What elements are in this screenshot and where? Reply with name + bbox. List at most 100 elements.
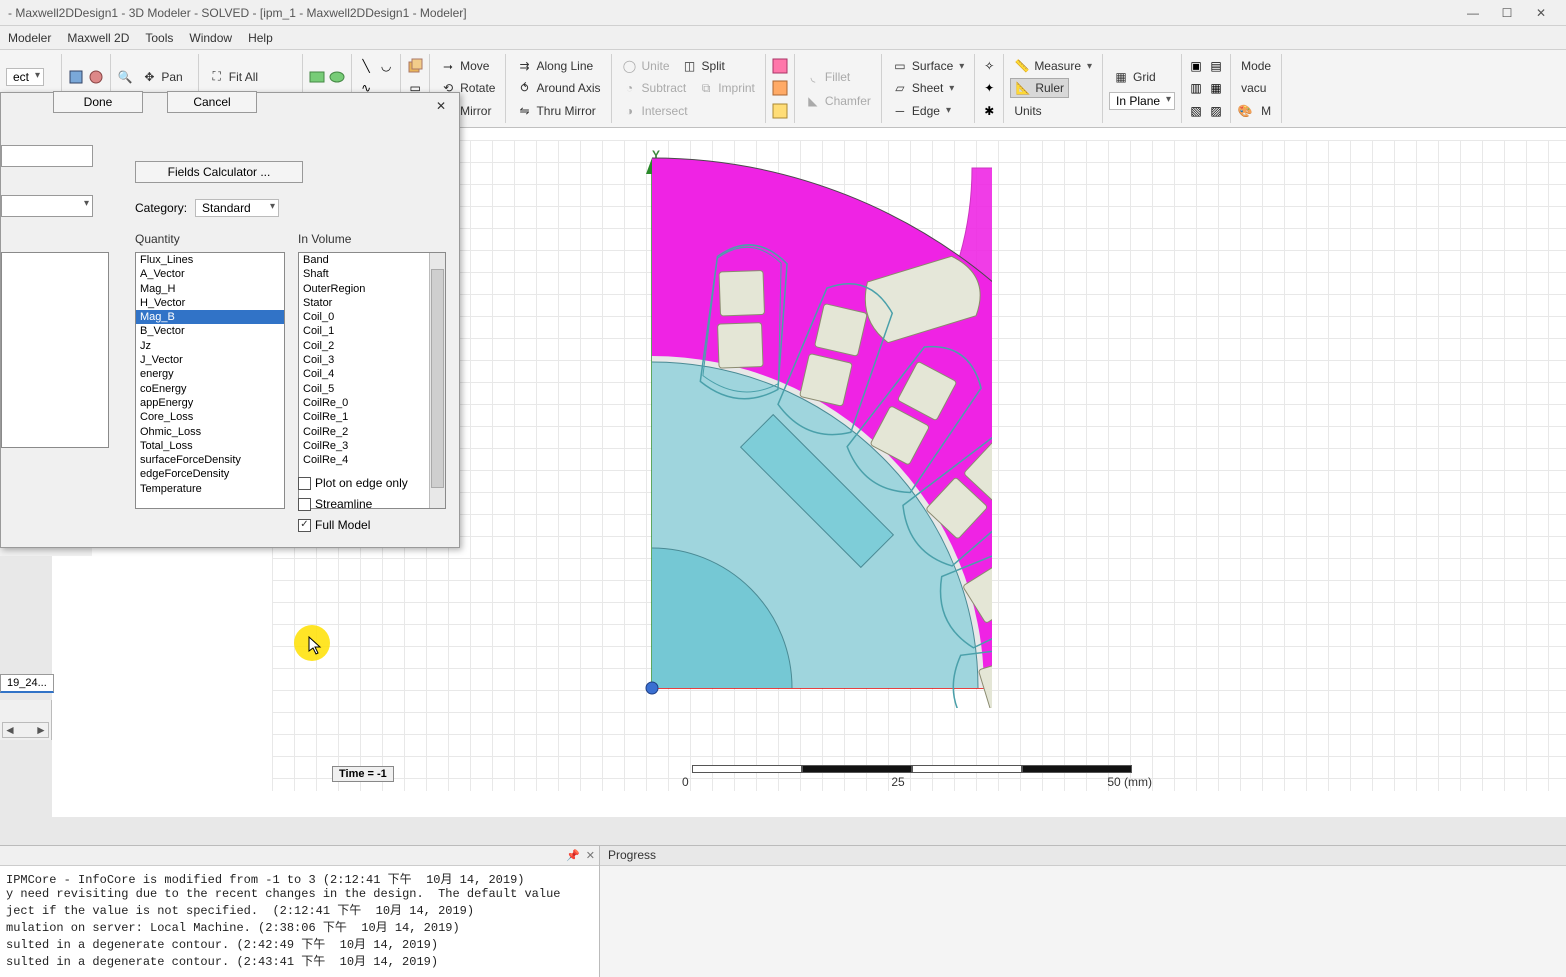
boolean-icon[interactable]	[772, 58, 788, 74]
cube3-icon[interactable]: ▣	[1188, 58, 1204, 74]
quantity-item[interactable]: Total_Loss	[136, 439, 284, 453]
quantity-item[interactable]: J_Vector	[136, 353, 284, 367]
boolean2-icon[interactable]	[772, 80, 788, 96]
cube-icon[interactable]	[68, 69, 84, 85]
msg-close-icon[interactable]: ✕	[586, 849, 595, 862]
scroll-right-icon[interactable]: ►	[34, 723, 48, 737]
full-model-checkbox[interactable]	[298, 519, 311, 532]
arc-icon[interactable]: ◡	[378, 58, 394, 74]
cube4-icon[interactable]: ▤	[1208, 58, 1224, 74]
edge-button[interactable]: ─Edge	[888, 102, 955, 120]
circle-icon[interactable]	[88, 69, 104, 85]
quantity-item[interactable]: appEnergy	[136, 396, 284, 410]
mat-icon[interactable]: 🎨	[1237, 103, 1253, 119]
window-minimize-button[interactable]: —	[1456, 1, 1490, 25]
ellipse-shape-icon[interactable]	[329, 69, 345, 85]
volume-item[interactable]: CoilRe_4	[299, 453, 445, 467]
menu-help[interactable]: Help	[248, 31, 273, 45]
quantity-item[interactable]: energy	[136, 367, 284, 381]
fillet-button[interactable]: ◟Fillet	[801, 68, 854, 86]
orient-combo[interactable]: In Plane	[1109, 92, 1175, 110]
volume-scrollbar[interactable]	[429, 253, 445, 508]
window-maximize-button[interactable]: ☐	[1490, 1, 1524, 25]
window-close-button[interactable]: ✕	[1524, 1, 1558, 25]
streamline-checkbox[interactable]	[298, 498, 311, 511]
volume-item[interactable]: Coil_5	[299, 382, 445, 396]
boolean3-icon[interactable]	[772, 103, 788, 119]
cube6-icon[interactable]: ▦	[1208, 80, 1224, 96]
category-combo[interactable]: Standard	[195, 199, 279, 217]
solid-icon[interactable]	[407, 58, 423, 74]
grid-button[interactable]: ▦Grid	[1109, 68, 1160, 86]
volume-item[interactable]: Coil_3	[299, 353, 445, 367]
cube8-icon[interactable]: ▨	[1208, 103, 1224, 119]
volume-item[interactable]: Coil_1	[299, 324, 445, 338]
quantity-item[interactable]: Temperature	[136, 482, 284, 496]
scroll-left-icon[interactable]: ◄	[3, 723, 17, 737]
unite-button[interactable]: ◯Unite	[618, 57, 674, 75]
menu-window[interactable]: Window	[189, 31, 232, 45]
cancel-button[interactable]: Cancel	[167, 91, 257, 113]
select-mode-combo[interactable]: ect	[6, 68, 44, 86]
menu-modeler[interactable]: Modeler	[8, 31, 51, 45]
subtract-button[interactable]: ◔Subtract	[618, 79, 691, 97]
along-line-button[interactable]: ⇉Along Line	[512, 57, 597, 75]
left-listbox[interactable]	[1, 252, 109, 448]
pin-icon[interactable]: 📌	[566, 849, 580, 862]
menu-tools[interactable]: Tools	[145, 31, 173, 45]
intersect-button[interactable]: ◑Intersect	[618, 102, 692, 120]
file-tab[interactable]: 19_24...	[0, 674, 54, 693]
pan-button[interactable]: ✥Pan	[137, 68, 186, 86]
quantity-item[interactable]: B_Vector	[136, 324, 284, 338]
quantity-item[interactable]: Jz	[136, 339, 284, 353]
chamfer-button[interactable]: ◣Chamfer	[801, 92, 875, 110]
quantity-item[interactable]: A_Vector	[136, 267, 284, 281]
volume-item[interactable]: CoilRe_3	[299, 439, 445, 453]
volume-item[interactable]: Coil_0	[299, 310, 445, 324]
quantity-item[interactable]: Core_Loss	[136, 410, 284, 424]
cs-icon[interactable]: ✧	[981, 58, 997, 74]
quantity-item[interactable]: coEnergy	[136, 382, 284, 396]
volume-item[interactable]: Stator	[299, 296, 445, 310]
cube7-icon[interactable]: ▧	[1188, 103, 1204, 119]
ruler-button[interactable]: 📐Ruler	[1010, 78, 1069, 98]
menu-maxwell2d[interactable]: Maxwell 2D	[67, 31, 129, 45]
measure-button[interactable]: 📏Measure	[1010, 57, 1096, 75]
quantity-item[interactable]: Flux_Lines	[136, 253, 284, 267]
name-field[interactable]	[1, 145, 93, 167]
fields-calculator-button[interactable]: Fields Calculator ...	[135, 161, 303, 183]
volume-item[interactable]: Coil_4	[299, 367, 445, 381]
quantity-item[interactable]: Mag_H	[136, 282, 284, 296]
thru-mirror-button[interactable]: ⇋Thru Mirror	[512, 102, 599, 120]
split-button[interactable]: ◫Split	[678, 57, 729, 75]
quantity-item[interactable]: Ohmic_Loss	[136, 425, 284, 439]
fit-all-button[interactable]: ⛶Fit All	[205, 68, 262, 86]
volume-item[interactable]: CoilRe_0	[299, 396, 445, 410]
volume-item[interactable]: Coil_2	[299, 339, 445, 353]
volume-item[interactable]: CoilRe_2	[299, 425, 445, 439]
quantity-item[interactable]: Mag_B	[136, 310, 284, 324]
left-scroll[interactable]: ◄ ►	[2, 722, 49, 738]
cs2-icon[interactable]: ✦	[981, 80, 997, 96]
volume-item[interactable]: CoilRe_1	[299, 410, 445, 424]
cs3-icon[interactable]: ✱	[981, 103, 997, 119]
volume-item[interactable]: OuterRegion	[299, 282, 445, 296]
rect-shape-icon[interactable]	[309, 69, 325, 85]
surface-button[interactable]: ▭Surface	[888, 57, 968, 75]
quantity-listbox[interactable]: Flux_LinesA_VectorMag_HH_VectorMag_BB_Ve…	[135, 252, 285, 509]
plot-edge-checkbox[interactable]	[298, 477, 311, 490]
vacu-label[interactable]: vacu	[1237, 80, 1270, 96]
volume-item[interactable]: Shaft	[299, 267, 445, 281]
move-button[interactable]: ⭢Move	[436, 57, 493, 75]
line-icon[interactable]: ╲	[358, 58, 374, 74]
quantity-item[interactable]: H_Vector	[136, 296, 284, 310]
message-log-text[interactable]: IPMCore - InfoCore is modified from -1 t…	[0, 866, 599, 973]
zoom-icon[interactable]: 🔍	[117, 69, 133, 85]
volume-item[interactable]: Band	[299, 253, 445, 267]
folder-combo[interactable]: ▾	[1, 195, 93, 217]
done-button[interactable]: Done	[53, 91, 143, 113]
imprint-button[interactable]: ⧉Imprint	[694, 79, 759, 97]
cube5-icon[interactable]: ▥	[1188, 80, 1204, 96]
sheet-button[interactable]: ▱Sheet	[888, 79, 958, 97]
quantity-item[interactable]: surfaceForceDensity	[136, 453, 284, 467]
